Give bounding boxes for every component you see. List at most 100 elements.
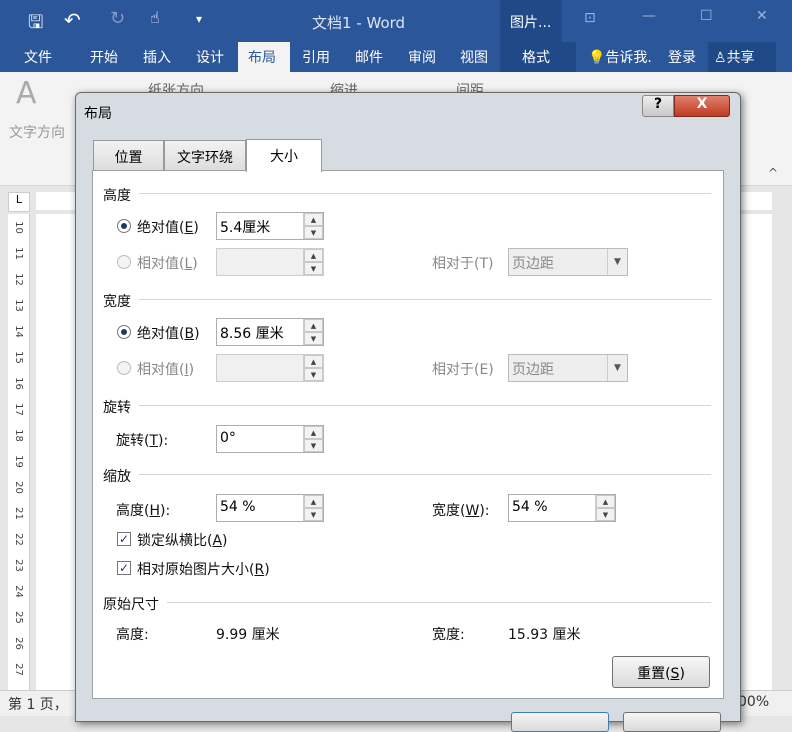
height-relative-to-label: 相对于(T) <box>432 256 494 272</box>
maximize-button[interactable]: ☐ <box>700 8 713 24</box>
touch-mode-icon[interactable]: ☝ <box>150 8 160 27</box>
tab-selector[interactable]: L <box>8 192 30 212</box>
relative-original-size-checkbox[interactable]: ✓ <box>117 561 131 575</box>
person-icon: ♙ <box>714 50 727 66</box>
dialog-title: 布局 <box>84 106 112 122</box>
height-absolute-spinner[interactable]: ▲ ▼ <box>303 213 323 239</box>
chevron-down-icon: ▼ <box>607 249 627 275</box>
relative-original-size-label: 相对原始图片大小(R) <box>137 562 270 578</box>
text-direction-icon: A <box>16 76 37 111</box>
ruler-number: 23 <box>12 559 24 572</box>
ruler-number: 10 <box>12 221 24 234</box>
ruler-number: 12 <box>12 273 24 286</box>
window-title: 文档1 - Word <box>312 14 406 32</box>
tab-design[interactable]: 设计 <box>196 47 224 67</box>
original-width-label: 宽度: <box>432 627 465 643</box>
share-label: 共享 <box>726 50 755 66</box>
rotation-input[interactable]: 0° ▲ ▼ <box>216 425 324 453</box>
ruler-number: 24 <box>12 585 24 598</box>
login-link[interactable]: 登录 <box>668 47 696 67</box>
height-absolute-label: 绝对值(E) <box>137 220 199 236</box>
redo-icon[interactable]: ↻ <box>110 8 125 29</box>
text-direction-button[interactable]: 文字方向 <box>9 122 65 142</box>
scale-height-input[interactable]: 54 % ▲ ▼ <box>216 494 324 522</box>
ruler-number: 19 <box>12 455 24 468</box>
ruler-number: 15 <box>12 351 24 364</box>
layout-dialog: 布局 ? X 位置 文字环绕 大小 高度 绝对值(E) 5.4厘米 ▲ ▼ 相对值(… <box>75 92 741 732</box>
width-absolute-input[interactable]: 8.56 厘米 ▲ ▼ <box>216 318 324 346</box>
scale-height-label: 高度(H): <box>116 503 171 519</box>
width-relative-label: 相对值(I) <box>137 362 195 378</box>
width-relative-to-label: 相对于(E) <box>432 362 494 378</box>
width-absolute-radio[interactable] <box>117 325 131 339</box>
reset-button[interactable]: 重置(S) <box>612 656 710 688</box>
height-relative-label: 相对值(L) <box>137 256 198 272</box>
height-relative-to-select[interactable]: 页边距 ▼ <box>508 248 628 276</box>
save-icon[interactable]: 🖫 <box>28 10 43 40</box>
rotate-section-title: 旋转 <box>103 400 131 416</box>
tab-mailings[interactable]: 邮件 <box>355 47 383 67</box>
tab-insert[interactable]: 插入 <box>143 47 171 67</box>
ruler-number: 17 <box>12 403 24 416</box>
ruler-number: 20 <box>12 481 24 494</box>
zoom-level[interactable]: 00% <box>738 694 769 710</box>
height-section-title: 高度 <box>103 188 131 204</box>
width-absolute-label: 绝对值(B) <box>137 326 200 342</box>
height-absolute-radio[interactable] <box>117 219 131 233</box>
tab-home[interactable]: 开始 <box>90 47 118 67</box>
size-panel: 高度 绝对值(E) 5.4厘米 ▲ ▼ 相对值(L) ▲ ▼ 相对于(T) 页边距 ▼ … <box>92 170 724 699</box>
width-section-title: 宽度 <box>103 294 131 310</box>
ruler-number: 25 <box>12 611 24 624</box>
ruler-number: 27 <box>12 663 24 676</box>
lightbulb-icon: 💡 <box>588 50 606 66</box>
ruler-number: 16 <box>12 377 24 390</box>
minimize-button[interactable]: — <box>642 8 656 24</box>
vertical-scrollbar[interactable] <box>776 214 792 690</box>
tab-references[interactable]: 引用 <box>302 47 330 67</box>
title-bar: 🖫 ↶ ↻ ☝ ▾ 文档1 - Word 图片... ⊡ — ☐ ✕ <box>0 0 792 42</box>
width-relative-to-select[interactable]: 页边距 ▼ <box>508 354 628 382</box>
undo-icon[interactable]: ↶ <box>64 8 81 32</box>
scale-section-title: 缩放 <box>103 469 131 485</box>
cancel-button[interactable] <box>623 712 721 732</box>
scale-width-input[interactable]: 54 % ▲ ▼ <box>508 494 616 522</box>
tab-view[interactable]: 视图 <box>460 47 488 67</box>
height-relative-input[interactable]: ▲ ▼ <box>216 248 324 276</box>
ruler-number: 14 <box>12 325 24 338</box>
ribbon-display-icon[interactable]: ⊡ <box>584 10 596 26</box>
height-absolute-input[interactable]: 5.4厘米 ▲ ▼ <box>216 212 324 240</box>
ruler-number: 22 <box>12 533 24 546</box>
original-height-value: 9.99 厘米 <box>216 627 280 643</box>
ruler-number: 26 <box>12 637 24 650</box>
height-relative-radio[interactable] <box>117 255 131 269</box>
ruler-number: 18 <box>12 429 24 442</box>
tab-format[interactable]: 格式 <box>500 42 576 72</box>
dialog-close-button[interactable]: X <box>674 95 730 117</box>
original-width-value: 15.93 厘米 <box>508 627 581 643</box>
width-relative-input[interactable]: ▲ ▼ <box>216 354 324 382</box>
tab-text-wrapping[interactable]: 文字环绕 <box>164 140 246 171</box>
tab-layout[interactable]: 布局 <box>238 42 290 72</box>
help-button[interactable]: ? <box>642 95 674 117</box>
ruler-number: 11 <box>12 247 24 260</box>
ok-button[interactable] <box>511 712 609 732</box>
original-size-section-title: 原始尺寸 <box>103 597 159 613</box>
tab-file[interactable]: 文件 <box>24 47 52 67</box>
tell-me-label: 告诉我. <box>605 50 652 66</box>
collapse-ribbon-icon[interactable]: ^ <box>768 166 778 180</box>
close-window-button[interactable]: ✕ <box>756 8 768 24</box>
rotate-label: 旋转(T): <box>116 433 169 449</box>
lock-aspect-ratio-checkbox[interactable]: ✓ <box>117 532 131 546</box>
tab-review[interactable]: 审阅 <box>408 47 436 67</box>
scale-width-label: 宽度(W): <box>432 503 490 519</box>
tab-position[interactable]: 位置 <box>93 140 164 171</box>
ruler-number: 21 <box>12 507 24 520</box>
tab-size[interactable]: 大小 <box>246 139 322 172</box>
page-indicator[interactable]: 第 1 页， <box>8 694 68 714</box>
tell-me-button[interactable]: 💡告诉我. <box>588 47 652 67</box>
qat-more-button[interactable]: ▾ <box>196 12 202 26</box>
share-button[interactable]: ♙共享 <box>708 42 776 72</box>
ribbon-tabs: 文件 开始 插入 设计 布局 引用 邮件 审阅 视图 格式 💡告诉我. 登录 ♙… <box>0 42 792 72</box>
width-relative-radio[interactable] <box>117 361 131 375</box>
vertical-ruler: 10 11 12 13 14 15 16 17 18 19 20 21 22 23 24 25 26 27 <box>8 214 30 690</box>
